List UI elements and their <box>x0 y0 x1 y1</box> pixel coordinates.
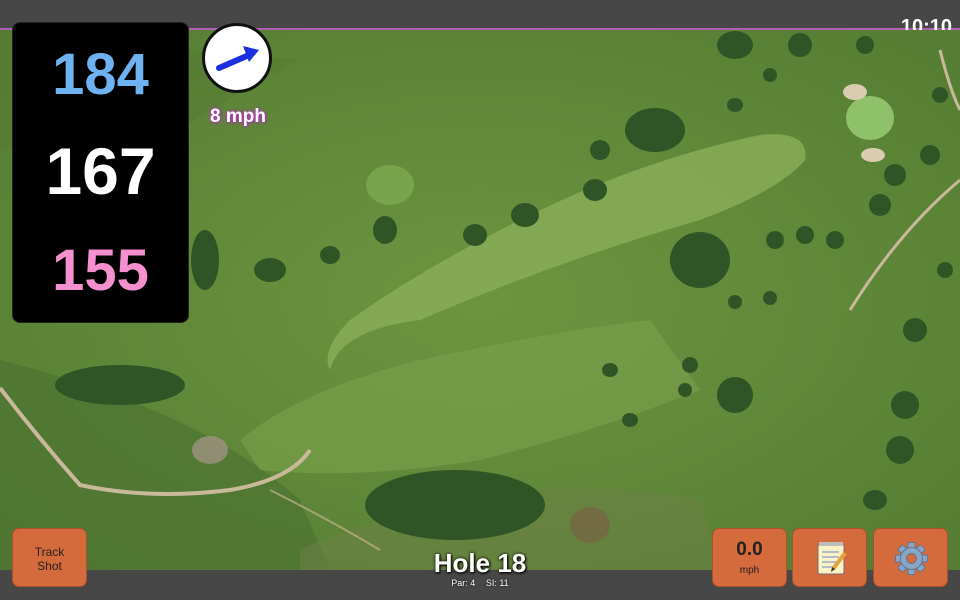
scorecard-button[interactable] <box>792 528 867 587</box>
yardage-panel: 184 167 155 <box>12 22 189 323</box>
notepad-icon <box>817 542 847 575</box>
settings-button[interactable] <box>873 528 948 587</box>
wind-indicator <box>202 23 272 93</box>
speed-unit: mph <box>739 565 760 576</box>
gear-icon <box>895 542 928 575</box>
front-yardage: 155 <box>52 238 149 303</box>
hole-title: Hole 18 <box>433 548 527 578</box>
back-yardage: 184 <box>52 42 149 107</box>
track-shot-label-1: Track <box>34 545 65 559</box>
hole-par: Par: 4 <box>451 578 476 588</box>
hole-stroke-index: SI: 11 <box>485 578 509 588</box>
track-shot-label-2: Shot <box>37 559 62 573</box>
hole-info: Par: 4 SI: 11 <box>380 578 580 588</box>
speed-value: 0.0 <box>736 539 763 560</box>
track-shot-button[interactable]: Track Shot <box>12 528 87 587</box>
arrow-icon <box>216 46 259 71</box>
wind-speed: 8 mph <box>210 106 266 127</box>
speed-button[interactable]: 0.0 mph <box>712 528 787 587</box>
middle-yardage: 167 <box>45 134 156 208</box>
